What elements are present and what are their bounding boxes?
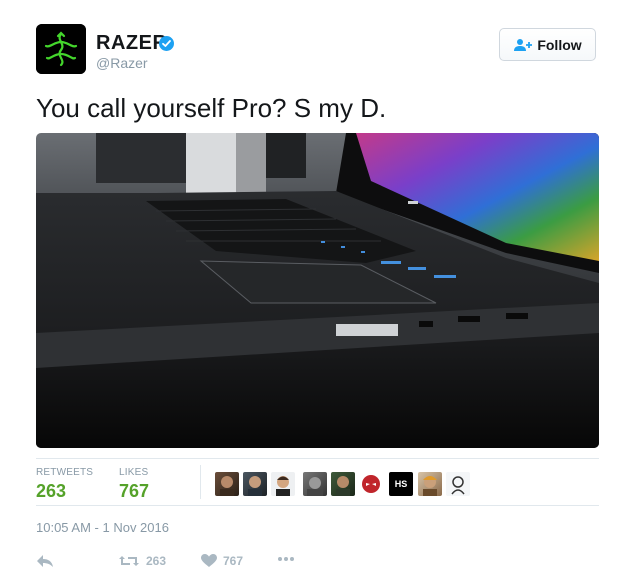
liker-avatar[interactable]: [418, 472, 442, 496]
tweet-photo[interactable]: [36, 133, 599, 448]
liker-badge: HS: [394, 479, 408, 489]
reply-icon: [37, 555, 53, 567]
liker-avatar[interactable]: HS: [389, 472, 413, 496]
razer-logo-icon: [36, 24, 86, 74]
like-count: 767: [223, 554, 244, 568]
likes-label[interactable]: LIKES: [119, 468, 148, 478]
reply-button[interactable]: [36, 554, 54, 568]
likes-count[interactable]: 767: [119, 482, 149, 500]
retweets-label[interactable]: RETWEETS: [36, 468, 93, 478]
liker-avatar[interactable]: [271, 472, 295, 496]
laptop-photo: [36, 133, 599, 448]
retweet-icon: [119, 556, 139, 566]
liker-avatar[interactable]: [331, 472, 355, 496]
avatar[interactable]: [36, 24, 86, 74]
more-icon: [278, 557, 294, 561]
stats-divider-top: [36, 458, 599, 459]
more-button[interactable]: [277, 556, 295, 562]
tweet-timestamp[interactable]: 10:05 AM - 1 Nov 2016: [36, 521, 169, 534]
verified-badge-icon: [159, 36, 174, 51]
retweet-button[interactable]: 263: [118, 554, 166, 568]
retweet-count: 263: [146, 554, 167, 568]
tweet-text: You call yourself Pro? S my D.: [36, 93, 387, 123]
retweets-count[interactable]: 263: [36, 482, 66, 500]
follow-label: Follow: [537, 36, 582, 53]
follow-button[interactable]: Follow: [499, 28, 596, 61]
stats-vertical-divider: [200, 465, 201, 499]
stats-divider-bottom: [36, 505, 599, 506]
liker-avatar[interactable]: [215, 472, 239, 496]
like-button[interactable]: 767: [201, 554, 243, 568]
follow-user-icon: [514, 38, 533, 51]
display-name[interactable]: RAZER: [96, 33, 167, 53]
liker-avatar[interactable]: [446, 472, 470, 496]
liker-avatar[interactable]: [243, 472, 267, 496]
user-handle[interactable]: @Razer: [96, 56, 148, 70]
liker-avatar[interactable]: [359, 472, 383, 496]
heart-icon: [201, 554, 217, 567]
liker-avatar[interactable]: [303, 472, 327, 496]
